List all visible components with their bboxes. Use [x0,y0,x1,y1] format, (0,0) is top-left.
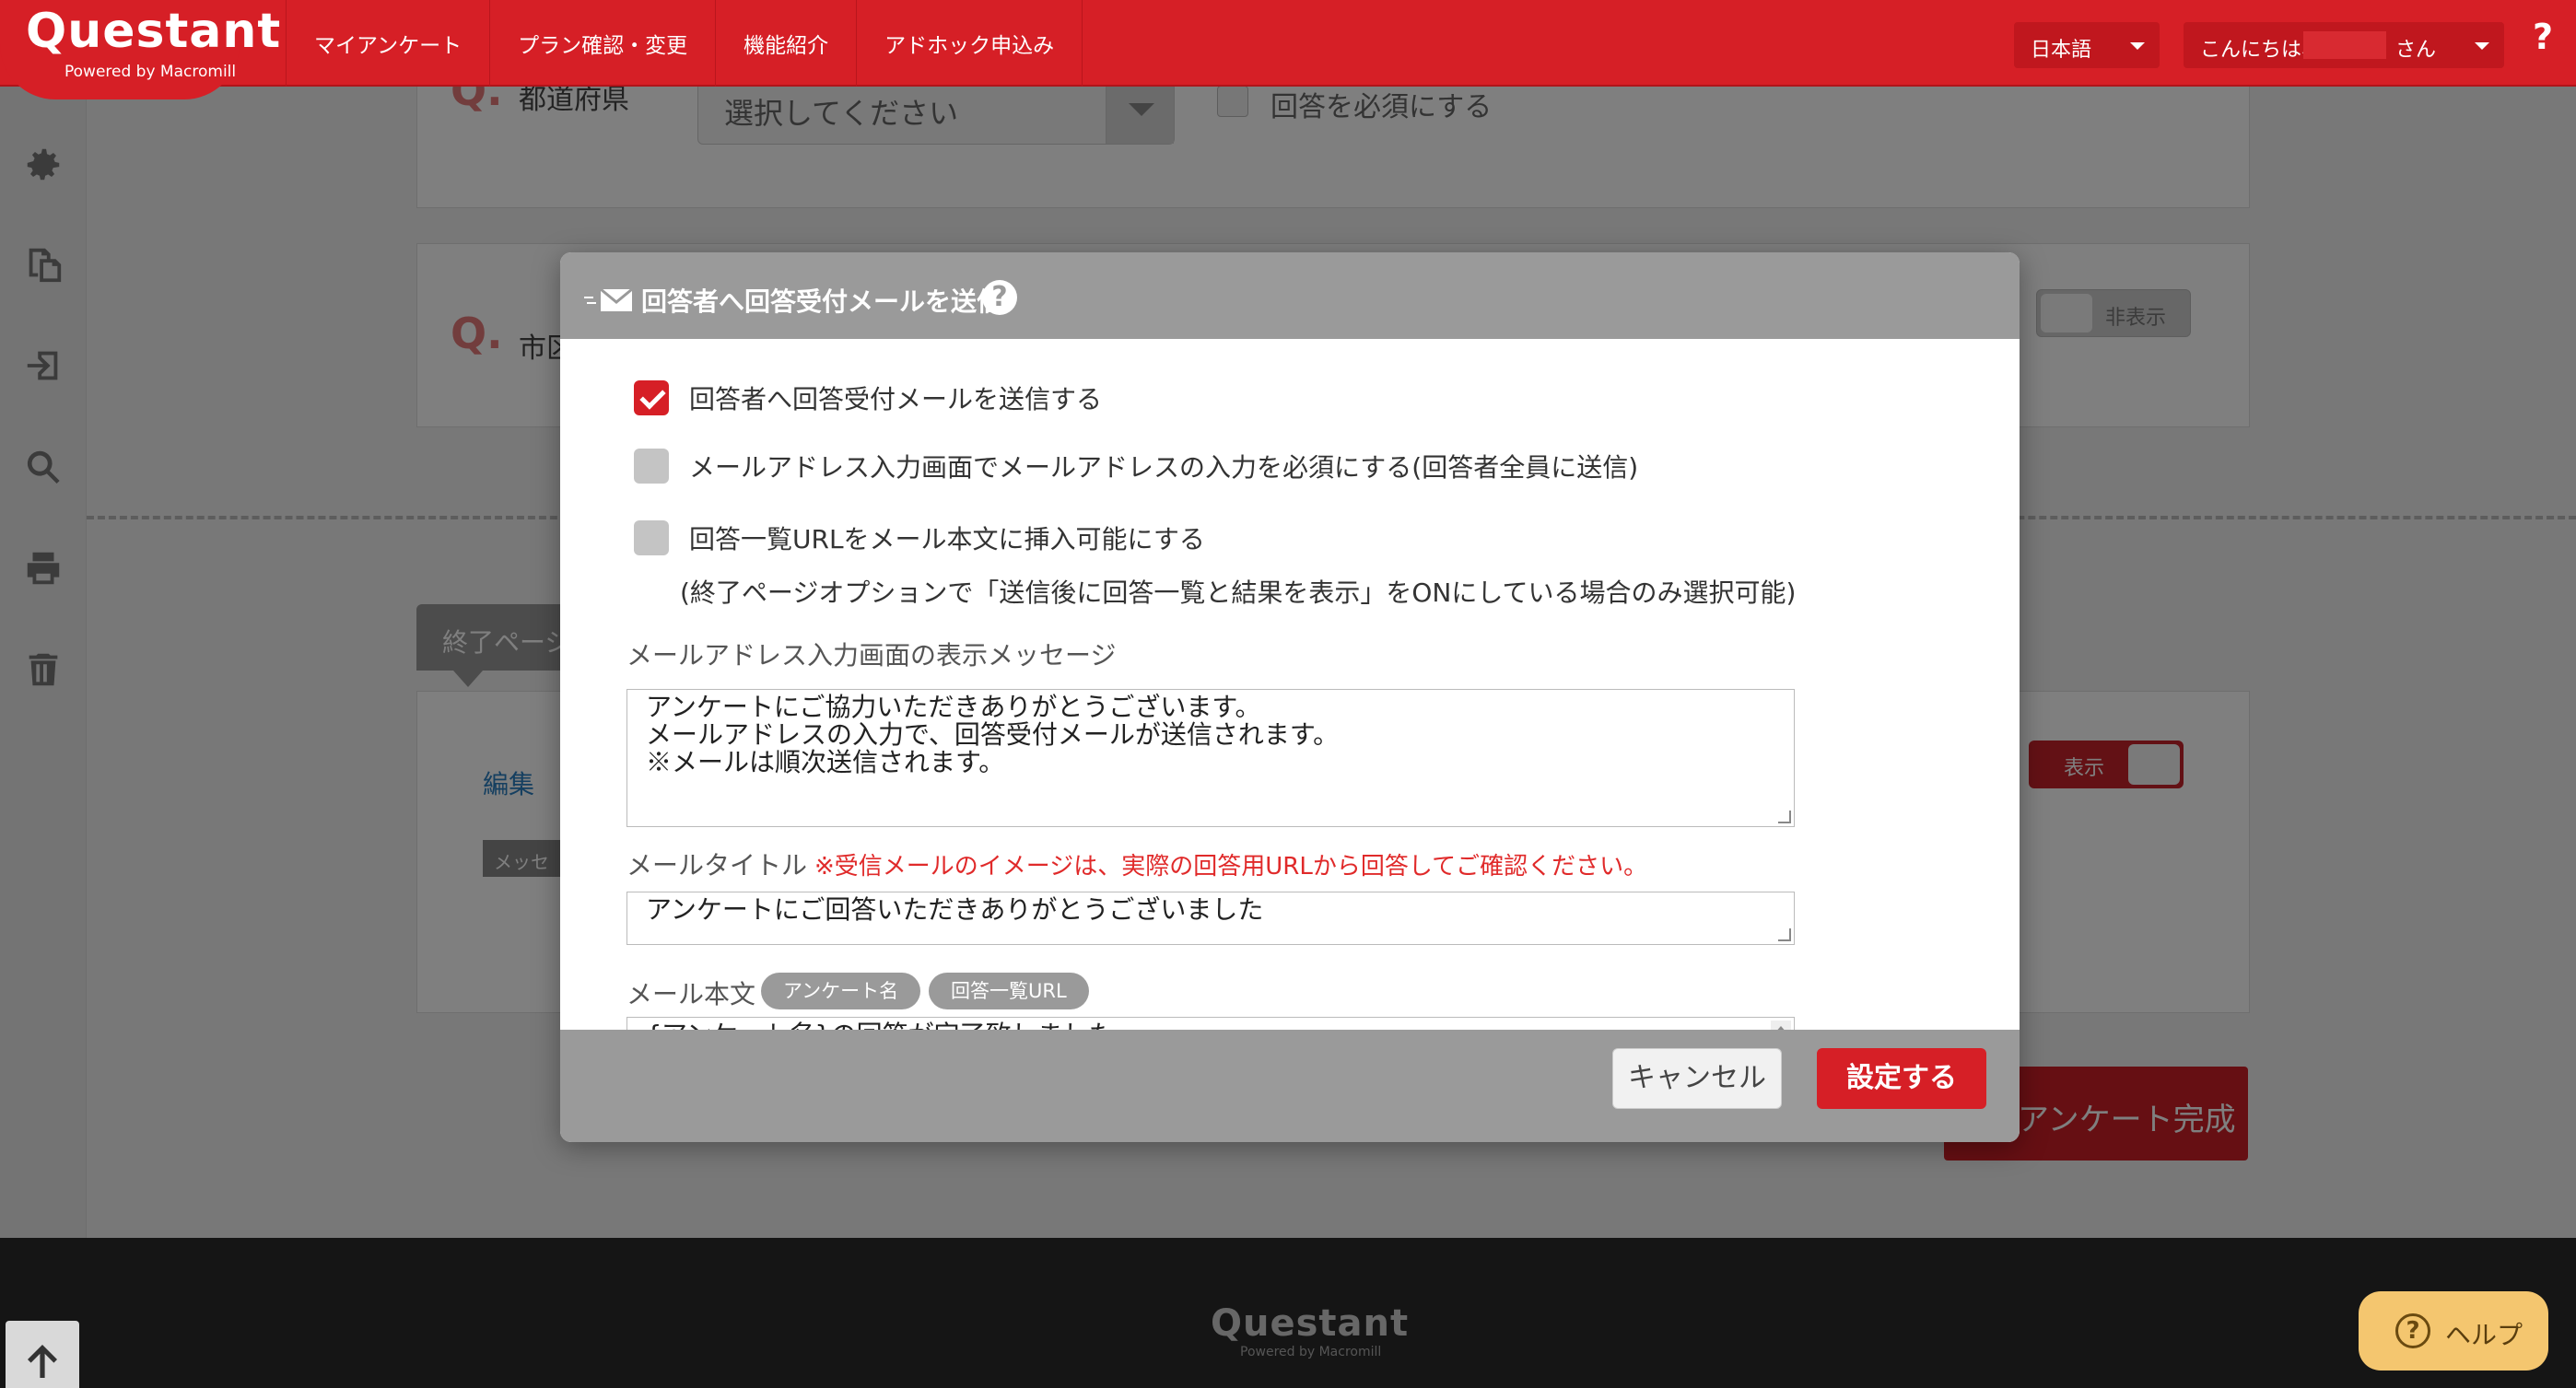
answer-url-note: (終了ページオプションで「送信後に回答一覧と結果を表示」をONにしている場合のみ… [680,577,1797,608]
mail-title-label: メールタイトル [626,850,808,881]
dialog-body: 回答者へ回答受付メールを送信する メールアドレス入力画面でメールアドレスの入力を… [560,339,2020,1030]
logo-subtext: Powered by Macromill [64,63,237,81]
user-menu[interactable]: こんにちは、 さん [2184,22,2504,68]
mail-body-textarea[interactable]: {アンケート名}の回答が完了致しました。 ご回答くださりありがとうございました。 [626,1017,1795,1030]
main-nav: マイアンケート プラン確認・変更 機能紹介 アドホック申込み [286,0,1083,87]
submit-button[interactable]: 設定する [1817,1048,1986,1109]
logo-text: Questant [26,4,282,59]
nav-my-survey[interactable]: マイアンケート [286,0,491,87]
checkbox-label: 回答者へ回答受付メールを送信する [689,384,1103,414]
nav-adhoc[interactable]: アドホック申込み [857,0,1083,87]
dialog-footer: キャンセル 設定する [560,1030,2020,1142]
require-email-option[interactable]: メールアドレス入力画面でメールアドレスの入力を必須にする(回答者全員に送信) [634,448,1638,484]
resize-handle[interactable] [1778,928,1791,941]
language-value: 日本語 [2031,39,2092,62]
require-email-checkbox[interactable] [634,449,669,484]
checkbox-label: 回答一覧URLをメール本文に挿入可能にする [689,524,1205,554]
insert-answer-url-button[interactable]: 回答一覧URL [929,973,1089,1009]
send-mail-option[interactable]: 回答者へ回答受付メールを送信する [634,379,1102,416]
top-header: Questant Powered by Macromill マイアンケート プラ… [0,0,2576,99]
chevron-down-icon [2117,22,2160,68]
help-icon[interactable]: ? [982,280,1017,315]
logo[interactable]: Questant Powered by Macromill [0,0,280,99]
scroll-up-icon[interactable] [1771,1021,1791,1030]
dialog-title: 回答者へ回答受付メールを送信 [641,286,1003,317]
chevron-down-icon [2462,22,2504,68]
resize-handle[interactable] [1778,811,1791,823]
mail-body-label: メール本文 [626,979,756,1009]
nav-features[interactable]: 機能紹介 [716,0,858,87]
user-name-redacted [2303,31,2386,59]
send-mail-checkbox[interactable] [634,380,669,415]
confirmation-mail-dialog: 回答者へ回答受付メールを送信 ? 回答者へ回答受付メールを送信する メールアドレ… [560,252,2020,1142]
help-button-label: ヘルプ [2445,1320,2523,1350]
arrow-up-icon [28,1345,57,1378]
cancel-button[interactable]: キャンセル [1612,1048,1782,1109]
help-button[interactable]: ? ヘルプ [2359,1291,2548,1371]
user-greeting-suffix: さん [2395,39,2437,62]
answer-url-checkbox[interactable] [634,520,669,555]
nav-plan[interactable]: プラン確認・変更 [490,0,717,87]
insert-survey-name-button[interactable]: アンケート名 [761,973,921,1009]
scroll-to-top-button[interactable] [6,1321,79,1388]
mail-title-input[interactable]: アンケートにご回答いただきありがとうございました [626,892,1795,945]
mail-title-warning: ※受信メールのイメージは、実際の回答用URLから回答してご確認ください。 [814,853,1648,881]
help-icon[interactable]: ? [2523,17,2563,68]
help-icon: ? [2395,1313,2430,1348]
language-select[interactable]: 日本語 [2014,22,2160,68]
display-message-textarea[interactable]: アンケートにご協力いただきありがとうございます。 メールアドレスの入力で、回答受… [626,689,1795,827]
answer-url-option[interactable]: 回答一覧URLをメール本文に挿入可能にする [634,519,1205,556]
dialog-header: 回答者へ回答受付メールを送信 ? [560,252,2020,339]
display-message-label: メールアドレス入力画面の表示メッセージ [626,640,1117,671]
checkbox-label: メールアドレス入力画面でメールアドレスの入力を必須にする(回答者全員に送信) [689,452,1639,483]
mail-icon [584,287,633,311]
